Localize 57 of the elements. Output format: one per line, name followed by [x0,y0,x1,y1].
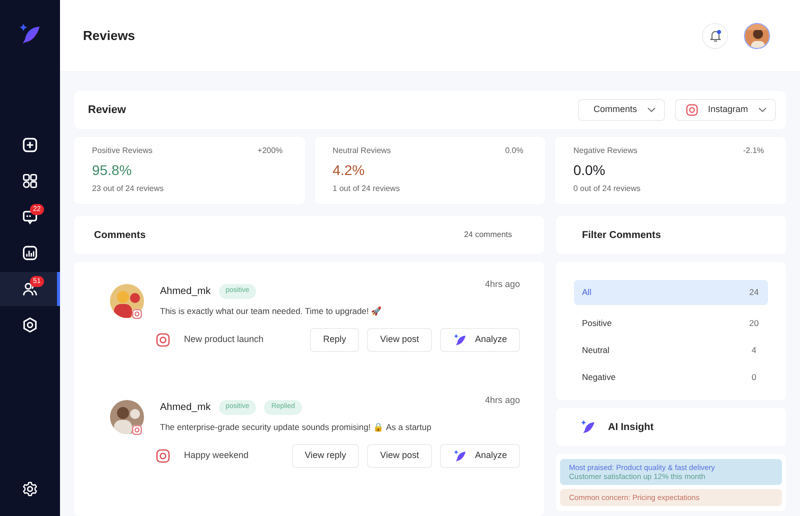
stat-detail: 23 out of 24 reviews [92,183,165,195]
chat-icon[interactable] [21,208,39,226]
filter-item[interactable]: Neutral 4 [574,338,768,363]
stat-change: 0.0% [505,145,524,157]
stat-label: Negative Reviews [573,145,638,157]
filter-dropdown[interactable]: Comments [578,99,665,121]
section-title: Comments [94,228,146,242]
stat-detail: 1 out of 24 reviews [332,183,401,195]
section-title: Review [88,102,126,118]
chart-icon[interactable] [21,244,39,262]
feather-icon [452,448,467,462]
post-title: Happy weekend [184,448,249,462]
instagram-icon [686,104,698,116]
section-title: Filter Comments [581,228,662,242]
action-button[interactable]: View reply [292,444,360,468]
settings-icon[interactable] [21,480,39,498]
author-name: Ahmed_mk [160,285,211,299]
users-icon[interactable] [21,280,39,298]
add-icon[interactable] [21,136,39,154]
stat-label: Neutral Reviews [332,145,391,157]
action-button[interactable]: View post [367,444,432,468]
logo-icon [18,22,42,46]
notification-button[interactable] [702,22,728,48]
stat-detail: 0 out of 24 reviews [573,183,642,195]
action-button[interactable]: Analyze [440,444,520,468]
stat-value: 4.2% [332,161,366,180]
feather-icon [452,332,467,347]
instagram-icon [132,309,142,319]
bell-icon [710,30,720,42]
instagram-icon [156,448,170,462]
timestamp: 4hrs ago [484,394,520,407]
stat-value: 95.8% [92,161,133,180]
stat-change: -2.1% [743,145,764,157]
action-button[interactable]: View post [367,328,432,352]
author-name: Ahmed_mk [160,400,211,415]
instagram-icon [156,332,170,347]
chevron-icon [758,107,767,113]
action-button[interactable]: Analyze [440,328,520,352]
action-button[interactable]: Reply [310,328,360,352]
settings-icon[interactable] [21,316,39,334]
page-title: Reviews [83,28,136,44]
feather-icon [580,419,596,435]
post-title: New product launch [184,333,264,346]
filter-dropdown[interactable]: Instagram [674,99,776,121]
stat-value: 0.0% [573,161,606,180]
comment-count: 24 comments [464,229,512,241]
timestamp: 4hrs ago [484,278,520,291]
chevron-icon [646,107,656,113]
filter-item[interactable]: Positive 20 [574,311,768,336]
grid-icon[interactable] [21,172,39,190]
stat-change: +200% [258,145,283,157]
section-title: AI Insight [608,420,654,434]
filter-item[interactable]: All 24 [574,280,768,305]
stat-label: Positive Reviews [92,145,152,157]
comment-text: This is exactly what our team needed. Time to upgrade! 🚀 [160,305,384,318]
filter-item[interactable]: Negative 0 [574,365,768,390]
comment-text: The enterprise-grade security update sounds promising! 🔒 As a startup [160,420,432,434]
